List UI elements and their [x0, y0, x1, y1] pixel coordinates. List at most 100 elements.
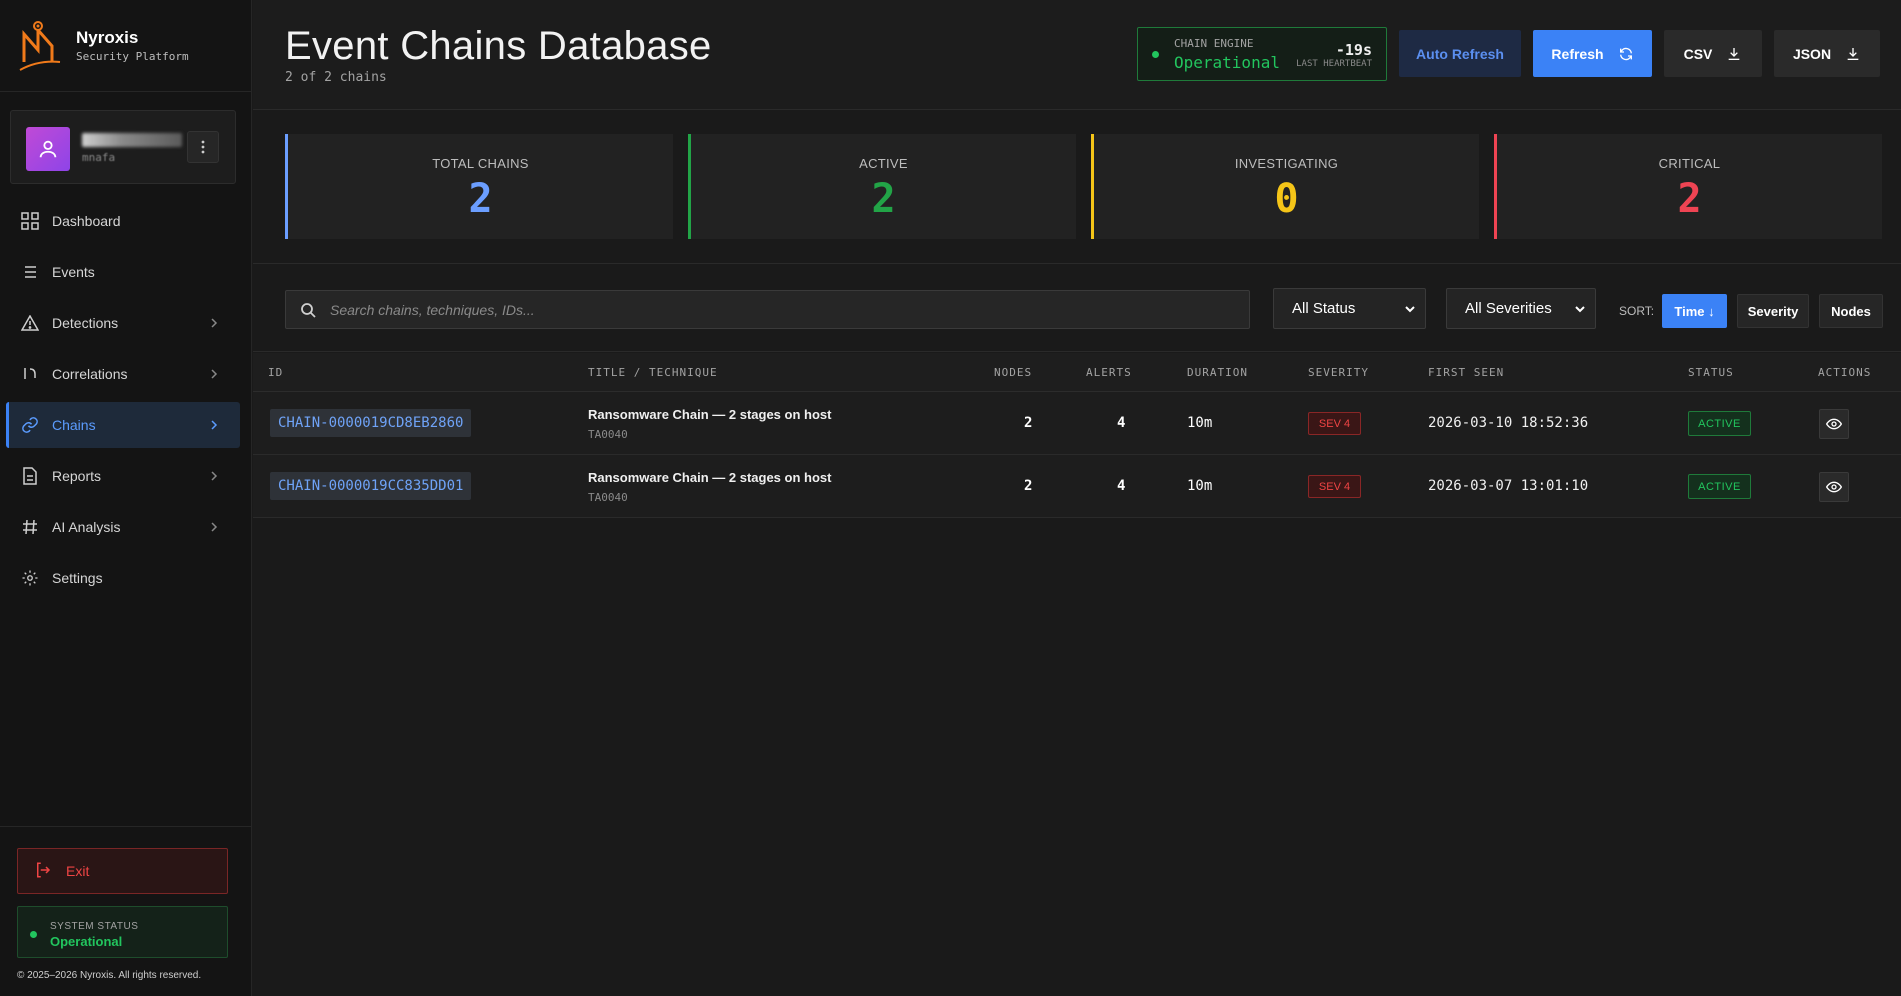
chevron-down-icon: [1575, 306, 1585, 313]
brand-subtitle: Security Platform: [76, 50, 189, 63]
more-vertical-icon: [201, 140, 205, 154]
engine-status: Operational: [1174, 53, 1280, 72]
severity-filter-select[interactable]: All Severities: [1446, 288, 1596, 329]
exit-button[interactable]: Exit: [17, 848, 228, 894]
stat-active: ACTIVE 2: [688, 134, 1076, 239]
user-icon: [39, 140, 57, 158]
sidebar-item-label: Dashboard: [52, 213, 121, 229]
chain-alerts: 4: [1117, 478, 1126, 494]
sidebar-divider: [0, 826, 252, 827]
gear-icon: [20, 568, 40, 588]
sidebar-item-detections[interactable]: Detections: [6, 300, 240, 346]
refresh-icon: [1619, 47, 1632, 60]
grid-icon: [20, 211, 40, 231]
view-chain-button[interactable]: [1819, 409, 1849, 439]
system-status-label: SYSTEM STATUS: [50, 921, 139, 932]
view-chain-button[interactable]: [1819, 472, 1849, 502]
table-row[interactable]: CHAIN-0000019CC835DD01 Ransomware Chain …: [253, 455, 1901, 518]
sidebar-item-label: Correlations: [52, 366, 128, 382]
column-header-actions: ACTIONS: [1818, 366, 1872, 379]
column-header-status[interactable]: STATUS: [1688, 366, 1734, 379]
stat-value: 0: [1274, 176, 1299, 222]
engine-label: CHAIN ENGINE: [1174, 37, 1254, 50]
eye-icon: [1826, 481, 1842, 493]
severity-badge: SEV 4: [1308, 412, 1361, 435]
chevron-right-icon: [211, 522, 218, 532]
user-name-redacted: [82, 133, 182, 147]
page-title: Event Chains Database: [285, 24, 712, 68]
sidebar-item-dashboard[interactable]: Dashboard: [6, 198, 240, 244]
stat-label: ACTIVE: [859, 156, 908, 171]
column-header-severity[interactable]: SEVERITY: [1308, 366, 1369, 379]
table-row[interactable]: CHAIN-0000019CD8EB2860 Ransomware Chain …: [253, 392, 1901, 455]
engine-heartbeat-label: LAST HEARTBEAT: [1296, 59, 1372, 69]
search-icon: [301, 303, 316, 318]
stat-label: CRITICAL: [1658, 156, 1721, 171]
exit-label: Exit: [66, 863, 90, 879]
refresh-button[interactable]: Refresh: [1533, 30, 1652, 77]
stat-investigating: INVESTIGATING 0: [1091, 134, 1479, 239]
chevron-right-icon: [211, 471, 218, 481]
download-icon: [1847, 47, 1859, 60]
stat-label: TOTAL CHAINS: [432, 156, 529, 171]
status-filter-select[interactable]: All Status: [1273, 288, 1426, 329]
chain-duration: 10m: [1187, 415, 1213, 431]
stat-total-chains: TOTAL CHAINS 2: [285, 134, 673, 239]
severity-filter-value: All Severities: [1465, 300, 1552, 317]
filter-bar: All Status All Severities SORT: Time ↓ S…: [253, 264, 1901, 352]
column-header-id[interactable]: ID: [268, 366, 283, 379]
json-export-button[interactable]: JSON: [1774, 30, 1880, 77]
chain-technique: TA0040: [588, 491, 628, 504]
chevron-right-icon: [211, 420, 218, 430]
user-menu-button[interactable]: [187, 131, 219, 163]
sidebar-nav: Dashboard Events Detections Correlations…: [6, 198, 240, 606]
sort-time-button[interactable]: Time ↓: [1662, 294, 1727, 328]
chain-id-link[interactable]: CHAIN-0000019CD8EB2860: [270, 409, 472, 437]
column-header-nodes[interactable]: NODES: [994, 366, 1032, 379]
json-label: JSON: [1792, 45, 1832, 62]
sidebar-item-reports[interactable]: Reports: [6, 453, 240, 499]
eye-icon: [1826, 418, 1842, 430]
sidebar-item-ai-analysis[interactable]: AI Analysis: [6, 504, 240, 550]
chain-title: Ransomware Chain — 2 stages on host: [588, 407, 832, 422]
status-badge: ACTIVE: [1688, 474, 1751, 499]
sidebar-item-label: Chains: [52, 417, 96, 433]
sidebar: Nyroxis Security Platform mnafa Dashboar…: [0, 0, 252, 996]
column-header-first-seen[interactable]: FIRST SEEN: [1428, 366, 1504, 379]
chain-nodes: 2: [1024, 478, 1033, 494]
brand-name: Nyroxis: [76, 28, 139, 47]
chain-technique: TA0040: [588, 428, 628, 441]
chain-title: Ransomware Chain — 2 stages on host: [588, 470, 832, 485]
column-header-duration[interactable]: DURATION: [1187, 366, 1248, 379]
column-header-alerts[interactable]: ALERTS: [1086, 366, 1132, 379]
severity-badge: SEV 4: [1308, 475, 1361, 498]
column-header-title[interactable]: TITLE / TECHNIQUE: [588, 366, 718, 379]
sidebar-item-label: Detections: [52, 315, 119, 331]
copyright: © 2025–2026 Nyroxis. All rights reserved…: [17, 970, 202, 981]
user-handle: mnafa: [82, 151, 116, 164]
engine-heartbeat-time: -19s: [1335, 41, 1372, 59]
sidebar-item-events[interactable]: Events: [6, 249, 240, 295]
chain-id-link[interactable]: CHAIN-0000019CC835DD01: [270, 472, 472, 500]
page-subtitle: 2 of 2 chains: [285, 70, 387, 85]
user-card[interactable]: mnafa: [10, 110, 236, 184]
sidebar-item-correlations[interactable]: Correlations: [6, 351, 240, 397]
chain-first-seen: 2026-03-10 18:52:36: [1428, 415, 1589, 431]
main-content: Event Chains Database 2 of 2 chains CHAI…: [253, 0, 1901, 996]
sort-nodes-button[interactable]: Nodes: [1819, 294, 1883, 328]
sidebar-item-label: Reports: [52, 468, 102, 484]
sidebar-item-chains[interactable]: Chains: [6, 402, 240, 448]
csv-export-button[interactable]: CSV: [1664, 30, 1762, 77]
chain-alerts: 4: [1117, 415, 1126, 431]
search-input[interactable]: [330, 291, 1230, 328]
auto-refresh-label: Auto Refresh: [1416, 45, 1504, 62]
brand[interactable]: Nyroxis Security Platform: [0, 0, 251, 92]
sidebar-item-settings[interactable]: Settings: [6, 555, 240, 601]
auto-refresh-button[interactable]: Auto Refresh: [1399, 30, 1521, 77]
sort-severity-button[interactable]: Severity: [1737, 294, 1809, 328]
sort-label: SORT:: [1619, 304, 1655, 318]
warning-icon: [20, 313, 40, 333]
search-box[interactable]: [285, 290, 1250, 329]
hash-icon: [20, 517, 40, 537]
stat-value: 2: [468, 176, 493, 222]
